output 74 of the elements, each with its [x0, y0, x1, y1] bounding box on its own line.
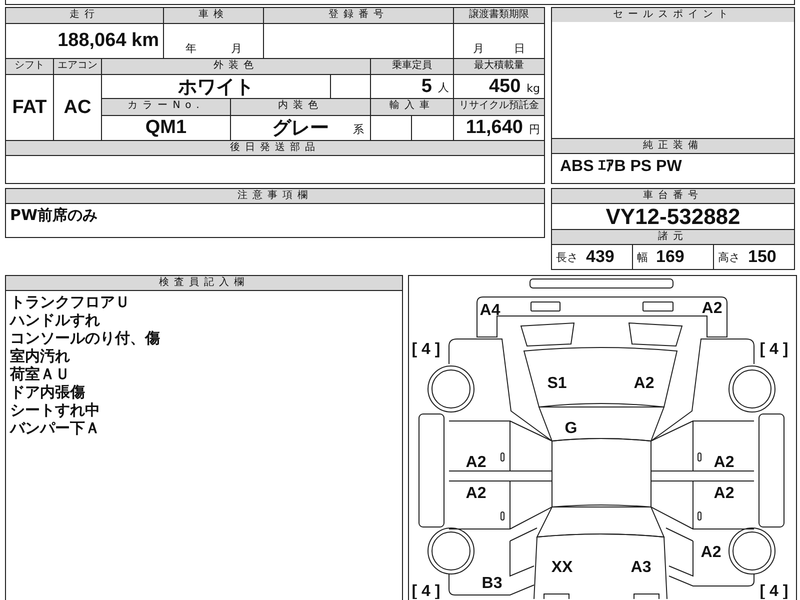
inspector-note: 荷室ＡＵ	[10, 365, 71, 383]
shift-value: FAT	[6, 75, 53, 140]
unit-label: 円	[529, 122, 540, 138]
damage-code-label: G	[564, 420, 578, 437]
column-header: 輸入車	[371, 99, 453, 115]
column-header: リサイクル預託金	[454, 99, 544, 115]
section-header: 純正装備	[552, 138, 794, 153]
damage-code-label: A2	[466, 454, 486, 471]
inspector-note: コンソールのり付、傷	[10, 329, 161, 347]
dimension-label: 高さ	[718, 250, 740, 264]
damage-code-label: XX	[551, 559, 573, 576]
damage-code-label: A2	[702, 300, 722, 317]
column-header: シフト	[6, 59, 53, 74]
door-handle-icon	[500, 512, 504, 520]
max-load-value: 450	[488, 76, 521, 98]
dimension-value: 169	[656, 247, 684, 267]
damage-code-label: A2	[714, 485, 734, 502]
damage-code-label: A3	[630, 559, 652, 576]
tire-tread-label: [ 4 ]	[412, 583, 440, 599]
column-header: 外装色	[102, 59, 370, 74]
dimension-label: 長さ	[556, 250, 578, 264]
inspector-note: ドア内張傷	[10, 383, 86, 401]
column-header: カラーNo.	[102, 99, 230, 115]
inspector-note: トランクフロアＵ	[10, 293, 131, 311]
column-header: 乗車定員	[371, 59, 453, 74]
unit-label: 日	[514, 41, 525, 56]
aircon-value: AC	[54, 75, 101, 140]
notes-text: PW前席のみ	[6, 203, 544, 237]
door-handle-icon	[698, 512, 702, 520]
equipment-value: ABS ｴｱB PS PW	[552, 153, 794, 178]
column-header: 譲渡書類期限	[454, 8, 544, 23]
color-number-value: QM1	[102, 116, 230, 140]
column-header: 走行	[6, 8, 163, 23]
damage-code-label: A2	[700, 544, 722, 561]
recycle-fee-value: 11,640	[466, 117, 523, 139]
door-handle-icon	[500, 452, 504, 462]
damage-code-label: A2	[714, 454, 734, 471]
inspector-note: 室内汚れ	[10, 347, 71, 365]
suffix-label: 系	[353, 122, 364, 138]
capacity-value: 5	[421, 76, 432, 98]
unit-label: kg	[526, 82, 540, 97]
interior-color-value: グレー	[272, 117, 329, 141]
section-header: 車台番号	[552, 189, 794, 203]
inspector-note: シートすれ中	[10, 401, 101, 419]
tire-tread-label: [ 4 ]	[760, 341, 788, 358]
column-header: 内装色	[231, 99, 370, 115]
dimension-value: 150	[748, 247, 776, 267]
column-header: 最大積載量	[454, 59, 544, 74]
mileage-value: 188,064 km	[6, 24, 163, 58]
damage-code-label: S1	[547, 375, 567, 392]
unit-label: 月	[230, 41, 242, 56]
column-header: 後日発送部品	[6, 141, 544, 155]
column-header: 登録番号	[264, 8, 453, 23]
column-header: 車検	[164, 8, 263, 23]
damage-code-label: A4	[480, 302, 500, 319]
unit-label: 年	[185, 41, 196, 56]
unit-label: 人	[438, 80, 449, 96]
inspector-note: ハンドルすれ	[10, 311, 101, 329]
damage-code-label: A2	[634, 375, 654, 392]
inspector-note: バンパー下Ａ	[10, 419, 101, 437]
unit-label: 月	[473, 41, 484, 56]
section-header: 注意事項欄	[6, 189, 544, 203]
dimension-value: 439	[586, 247, 614, 267]
tire-tread-label: [ 4 ]	[412, 341, 440, 358]
door-handle-icon	[698, 452, 702, 462]
damage-code-label: B3	[482, 575, 502, 592]
exterior-color-value: ホワイト	[102, 75, 330, 98]
damage-code-label: A2	[466, 485, 486, 502]
section-header: 検査員記入欄	[6, 276, 402, 290]
dimension-label: 幅	[637, 250, 648, 264]
tire-tread-label: [ 4 ]	[760, 583, 788, 599]
section-header: 諸元	[552, 229, 794, 244]
column-header: エアコン	[54, 59, 101, 74]
section-header: セールスポイント	[552, 8, 794, 22]
